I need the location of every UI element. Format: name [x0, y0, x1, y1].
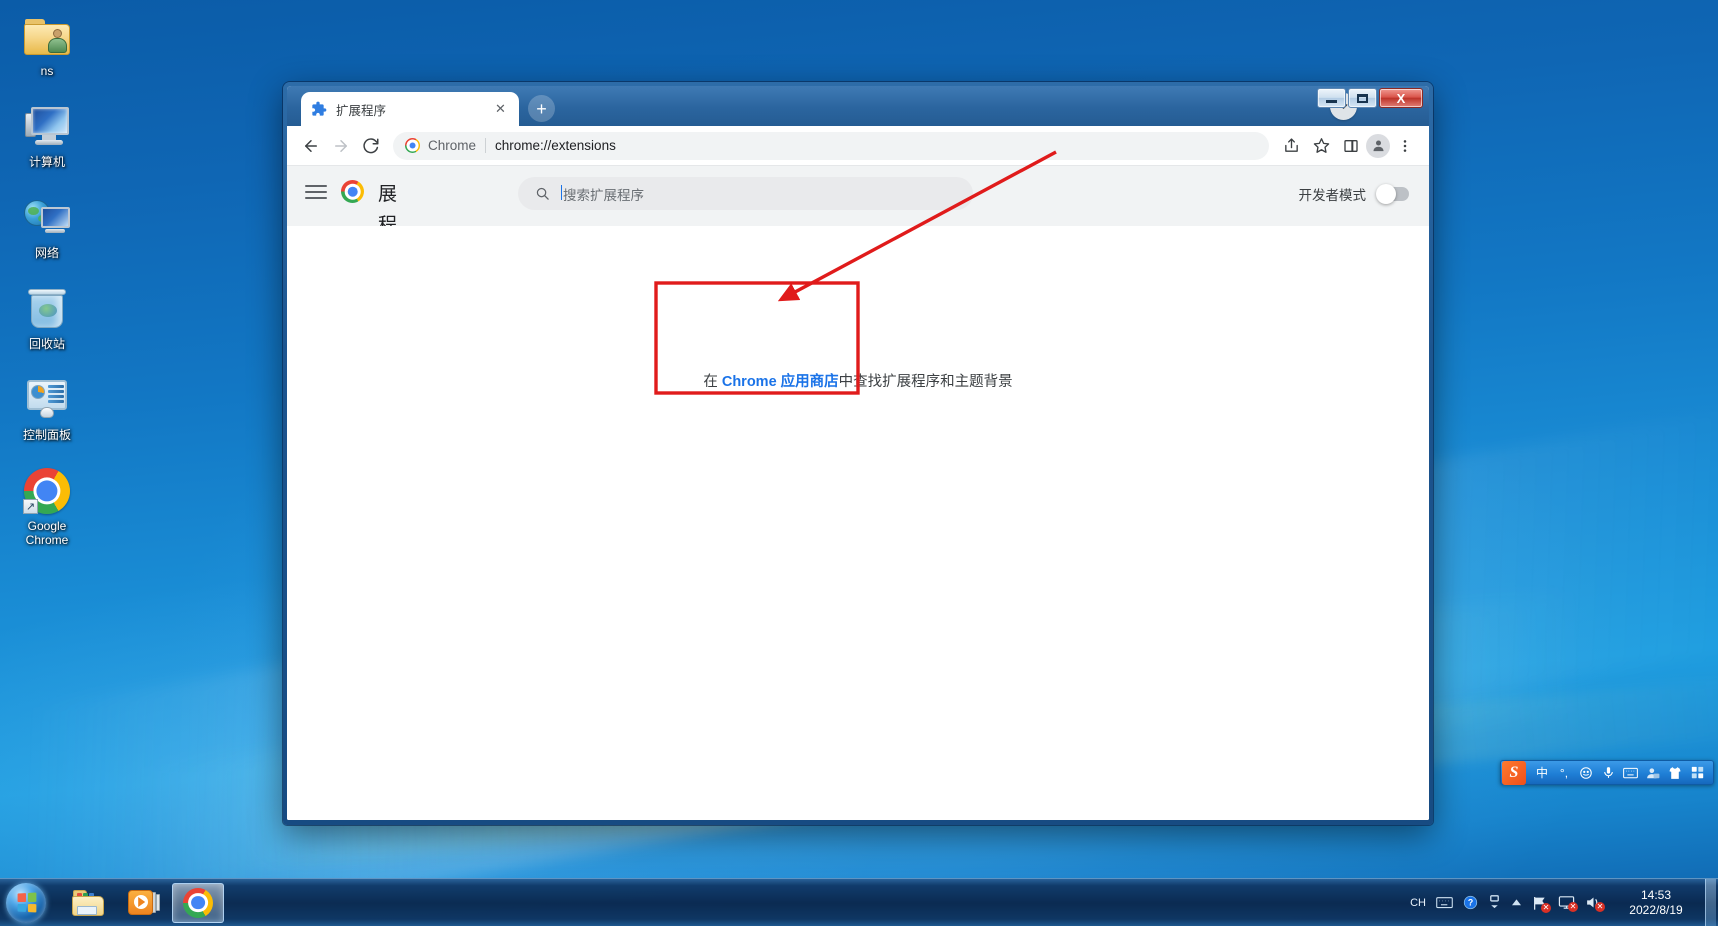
desktop-icon-network[interactable]: 网络: [6, 188, 88, 265]
desktop-icon-label: 控制面板: [22, 428, 71, 442]
desktop-icon-label: 网络: [34, 246, 59, 260]
sogou-ime-toolbar[interactable]: S 中 °,: [1500, 760, 1714, 785]
show-desktop-button[interactable]: [1705, 878, 1716, 926]
taskbar-clock[interactable]: 14:53 2022/8/19: [1613, 888, 1699, 918]
control-panel-icon: [23, 376, 71, 424]
search-input[interactable]: 搜索扩展程序: [518, 177, 973, 210]
show-hidden-icons-icon[interactable]: [1488, 895, 1501, 910]
maximize-button[interactable]: [1348, 88, 1377, 108]
desktop-icon-label: Google Chrome: [25, 519, 69, 547]
desktop-icon-ns[interactable]: ns: [6, 6, 88, 83]
svg-text:?: ?: [1468, 898, 1473, 908]
chrome-icon: ↗: [23, 467, 71, 515]
developer-mode-label: 开发者模式: [1298, 188, 1367, 203]
extensions-page: 展程序 搜索扩展程序 开发者模式 在 Chro: [287, 166, 1429, 820]
computer-icon: [23, 103, 71, 151]
desktop-icon-recycle-bin[interactable]: 回收站: [6, 279, 88, 356]
ime-mode-chinese-icon[interactable]: 中: [1535, 763, 1549, 783]
webstore-prompt-prefix: 在: [703, 374, 722, 390]
tab-extensions[interactable]: 扩展程序 ✕: [301, 92, 519, 126]
chrome-menu-button[interactable]: [1390, 131, 1420, 161]
side-panel-icon[interactable]: [1336, 131, 1366, 161]
chrome-icon: [405, 138, 420, 153]
webstore-prompt: 在 Chrome 应用商店中查找扩展程序和主题背景: [287, 370, 1429, 391]
system-tray: CH ? ✕ ✕ ✕ 14:53 2022/8/19: [1405, 878, 1718, 926]
share-icon[interactable]: [1276, 131, 1306, 161]
desktop-icon-label: ns: [40, 64, 54, 78]
ime-toolbox-icon[interactable]: [1690, 763, 1704, 783]
desktop-icon-google-chrome[interactable]: ↗ Google Chrome: [6, 461, 88, 552]
window-controls: X: [1317, 88, 1423, 108]
back-button[interactable]: [296, 131, 326, 161]
browser-toolbar[interactable]: Chrome chrome://extensions: [287, 126, 1429, 166]
omnibox-divider: [485, 138, 487, 153]
taskbar-item-explorer[interactable]: [62, 883, 114, 923]
ime-punctuation-icon[interactable]: °,: [1557, 763, 1571, 783]
minimize-button[interactable]: [1317, 88, 1346, 108]
omnibox-scheme-label: Chrome: [428, 138, 477, 153]
start-button[interactable]: [2, 881, 50, 925]
desktop-icon-control-panel[interactable]: 控制面板: [6, 370, 88, 447]
forward-button[interactable]: [326, 131, 356, 161]
keyboard-icon[interactable]: [1436, 896, 1453, 909]
reload-button[interactable]: [356, 131, 386, 161]
extensions-empty-state: 在 Chrome 应用商店中查找扩展程序和主题背景: [287, 226, 1429, 820]
folder-user-icon: [23, 12, 71, 60]
recycle-bin-icon: [23, 285, 71, 333]
taskbar-item-media-player[interactable]: [117, 883, 169, 923]
explorer-icon: [72, 889, 104, 916]
address-bar[interactable]: Chrome chrome://extensions: [393, 131, 1269, 160]
close-button[interactable]: X: [1379, 88, 1423, 108]
taskbar-items: [62, 882, 224, 923]
new-tab-button[interactable]: +: [528, 95, 555, 122]
ime-emoji-icon[interactable]: [1579, 763, 1593, 783]
desktop[interactable]: ns 计算机 网络 回收站 控制面板 ↗ Google Chrome X 扩展程…: [0, 0, 1718, 926]
desktop-icon-label: 计算机: [28, 155, 65, 169]
taskbar-item-chrome[interactable]: [172, 882, 224, 923]
media-player-icon: [128, 889, 160, 916]
tray-language-indicator[interactable]: CH: [1410, 897, 1426, 909]
chrome-window[interactable]: X 扩展程序 ✕ + Chrome chrome://extensions 展 …: [283, 82, 1433, 825]
error-badge: ✕: [1541, 902, 1551, 913]
webstore-prompt-suffix: 中查找扩展程序和主题背景: [838, 374, 1013, 390]
star-icon[interactable]: [1306, 131, 1336, 161]
taskbar[interactable]: CH ? ✕ ✕ ✕ 14:53 2022/8/19: [0, 878, 1718, 926]
ime-voice-input-icon[interactable]: [1601, 763, 1615, 783]
windows-logo-icon: [17, 892, 36, 913]
extensions-header: 展程序 搜索扩展程序 开发者模式: [287, 166, 1429, 267]
help-icon[interactable]: ?: [1463, 895, 1478, 910]
error-badge: ✕: [1595, 902, 1605, 912]
ime-soft-keyboard-icon[interactable]: [1623, 763, 1638, 783]
desktop-icon-list: ns 计算机 网络 回收站 控制面板 ↗ Google Chrome: [6, 6, 92, 566]
developer-mode-toggle[interactable]: [1376, 184, 1409, 204]
network-icon: [23, 194, 71, 242]
chrome-web-store-link[interactable]: Chrome 应用商店: [722, 374, 839, 390]
search-icon: [535, 186, 550, 201]
action-center-flag-icon[interactable]: ✕: [1532, 895, 1551, 913]
desktop-icon-label: 回收站: [28, 337, 65, 351]
show-hidden-chevron-icon[interactable]: [1511, 898, 1522, 907]
chrome-icon: [183, 887, 213, 918]
profile-avatar[interactable]: [1366, 133, 1390, 158]
puzzle-icon: [311, 101, 327, 117]
ime-skin-icon[interactable]: [1668, 763, 1682, 783]
hamburger-menu-icon[interactable]: [305, 181, 327, 203]
clock-time: 14:53: [1640, 887, 1672, 902]
desktop-icon-computer[interactable]: 计算机: [6, 97, 88, 174]
error-badge: ✕: [1568, 902, 1578, 912]
ime-user-center-icon[interactable]: [1646, 763, 1660, 783]
tab-close-icon[interactable]: ✕: [492, 101, 509, 118]
omnibox-url: chrome://extensions: [495, 138, 616, 153]
search-placeholder: 搜索扩展程序: [561, 184, 644, 204]
tab-strip[interactable]: 扩展程序 ✕ +: [287, 86, 1429, 126]
developer-mode-control: 开发者模式: [1298, 184, 1409, 204]
clock-date: 2022/8/19: [1629, 902, 1683, 917]
tab-title: 扩展程序: [336, 103, 387, 118]
volume-muted-icon[interactable]: ✕: [1585, 895, 1605, 912]
network-icon[interactable]: ✕: [1558, 895, 1578, 912]
chrome-icon: [341, 180, 364, 203]
sogou-logo-icon[interactable]: S: [1502, 760, 1526, 785]
